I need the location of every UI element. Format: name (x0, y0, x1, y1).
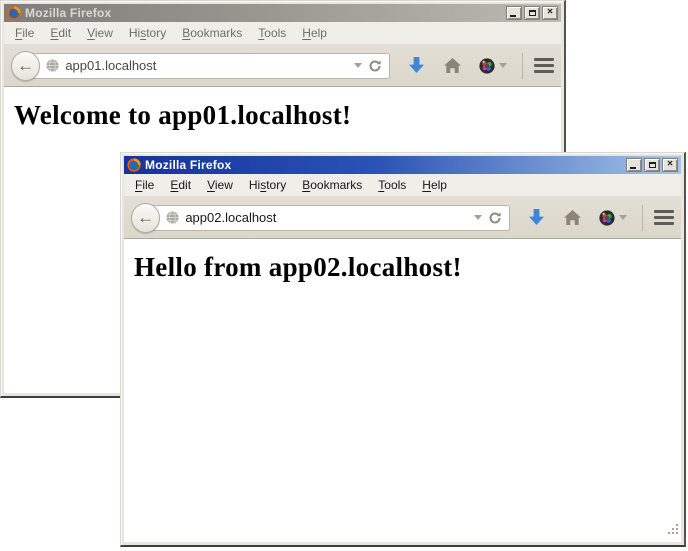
globe-icon (46, 59, 59, 72)
minimize-icon (630, 167, 636, 169)
toolbar-separator (642, 205, 643, 231)
back-button[interactable]: ← (11, 51, 40, 81)
navigation-toolbar: ← app02.localhost (124, 197, 681, 239)
menu-view[interactable]: View (79, 23, 121, 43)
menu-tools[interactable]: Tools (250, 23, 294, 43)
minimize-icon (510, 15, 516, 17)
resize-grip-icon[interactable] (666, 522, 679, 540)
addon-button[interactable] (479, 58, 507, 74)
addon-dropdown-icon (619, 215, 627, 220)
download-button[interactable] (529, 209, 544, 226)
download-button[interactable] (409, 57, 424, 74)
close-icon: × (547, 8, 553, 18)
menu-button[interactable] (654, 210, 674, 225)
addon-button[interactable] (599, 210, 627, 226)
globe-icon (166, 211, 179, 224)
firefox-logo-icon (7, 6, 21, 20)
menu-help[interactable]: Help (414, 175, 455, 195)
titlebar[interactable]: Mozilla Firefox × (4, 4, 561, 22)
firefox-window-app02: Mozilla Firefox × File Edit View History… (120, 152, 686, 547)
addon-dropdown-icon (499, 63, 507, 68)
menu-view[interactable]: View (199, 175, 241, 195)
toolbar-separator (522, 53, 523, 79)
maximize-button[interactable] (644, 158, 660, 172)
menu-edit[interactable]: Edit (162, 175, 199, 195)
maximize-icon (649, 162, 656, 168)
close-button[interactable]: × (662, 158, 678, 172)
home-button[interactable] (444, 58, 461, 73)
minimize-button[interactable] (506, 6, 522, 20)
menu-file[interactable]: File (7, 23, 42, 43)
titlebar[interactable]: Mozilla Firefox × (124, 156, 681, 174)
menu-file[interactable]: File (127, 175, 162, 195)
maximize-icon (529, 10, 536, 16)
page-heading: Welcome to app01.localhost! (14, 100, 561, 131)
menu-button[interactable] (534, 58, 554, 73)
page-content-app02: Hello from app02.localhost! (124, 239, 681, 542)
navigation-toolbar: ← app01.localhost (4, 45, 561, 87)
close-button[interactable]: × (542, 6, 558, 20)
url-bar[interactable]: app02.localhost (144, 205, 510, 231)
menu-bookmarks[interactable]: Bookmarks (294, 175, 370, 195)
menu-bar: File Edit View History Bookmarks Tools H… (4, 22, 561, 45)
menu-edit[interactable]: Edit (42, 23, 79, 43)
colorwheel-icon (479, 58, 495, 74)
menu-bar: File Edit View History Bookmarks Tools H… (124, 174, 681, 197)
menu-history[interactable]: History (121, 23, 174, 43)
menu-help[interactable]: Help (294, 23, 335, 43)
desktop: Mozilla Firefox × File Edit View History… (0, 0, 688, 551)
close-icon: × (667, 160, 673, 170)
window-title: Mozilla Firefox (25, 6, 111, 20)
url-bar[interactable]: app01.localhost (24, 53, 390, 79)
reload-button[interactable] (368, 59, 382, 73)
urlbar-dropdown-icon[interactable] (474, 215, 482, 220)
maximize-button[interactable] (524, 6, 540, 20)
urlbar-dropdown-icon[interactable] (354, 63, 362, 68)
menu-history[interactable]: History (241, 175, 294, 195)
page-heading: Hello from app02.localhost! (134, 252, 681, 283)
reload-button[interactable] (488, 211, 502, 225)
menu-tools[interactable]: Tools (370, 175, 414, 195)
menu-bookmarks[interactable]: Bookmarks (174, 23, 250, 43)
window-title: Mozilla Firefox (145, 158, 231, 172)
minimize-button[interactable] (626, 158, 642, 172)
colorwheel-icon (599, 210, 615, 226)
url-text: app01.localhost (65, 58, 156, 73)
back-button[interactable]: ← (131, 203, 160, 233)
firefox-logo-icon (127, 158, 141, 172)
url-text: app02.localhost (185, 210, 276, 225)
home-button[interactable] (564, 210, 581, 225)
